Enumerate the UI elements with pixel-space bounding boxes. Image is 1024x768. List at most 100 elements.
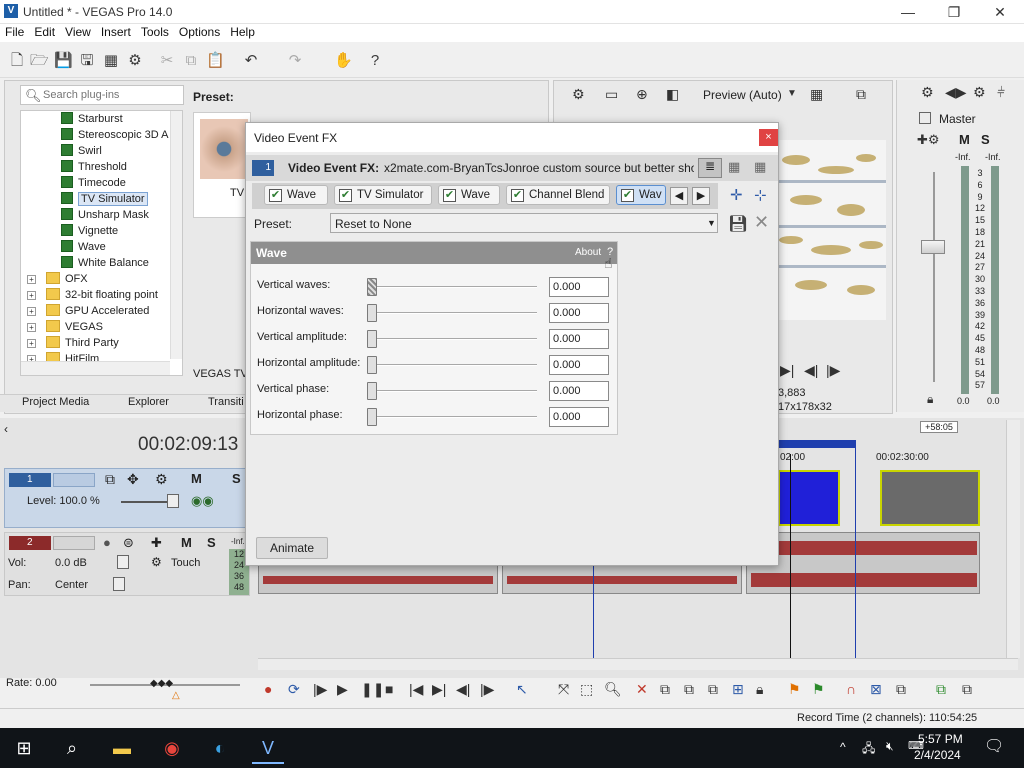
loop-region-bar[interactable] [778,440,856,448]
tree-item[interactable]: Timecode [61,175,126,191]
video-track-header[interactable]: 1 ⧉ ✥ ⚙ M S Level: 100.0 % ◉◉ [4,468,250,528]
pan-slider-knob[interactable] [113,577,125,591]
slider-knob[interactable] [367,356,377,374]
tab-explorer[interactable]: Explorer [128,396,169,408]
tree-item-selected[interactable]: TV Simulator [61,191,148,207]
previous-frame-icon[interactable]: ◀| [456,681,470,698]
search-icon[interactable]: ⌕ [56,732,88,764]
tree-folder[interactable]: + GPU Accelerated [27,303,149,319]
slider-knob[interactable] [367,330,377,348]
trim-end-icon[interactable]: ⧉ [708,681,718,698]
save-as-icon[interactable]: 🖫 [78,52,96,70]
dim-output-icon[interactable]: ⚙ [973,84,986,101]
next-frame-icon[interactable]: ▶| [780,362,794,379]
record-icon[interactable]: ● [264,681,272,697]
whats-this-help-icon[interactable]: ? [366,52,384,70]
enable-checkbox[interactable]: ✔ [621,189,634,202]
notifications-icon[interactable]: 🗨︎ [984,736,1004,756]
expand-icon[interactable]: + [27,307,36,316]
tree-folder[interactable]: + Third Party [27,335,119,351]
paste-icon[interactable]: 📋 [206,52,225,70]
track-mute-button[interactable]: M [191,471,202,486]
save-preset-icon[interactable]: 💾︎ [728,214,748,234]
preset-thumbnail[interactable]: TV [193,112,251,218]
track-solo-button[interactable]: S [207,535,216,550]
horizontal-amplitude-slider[interactable] [367,356,537,374]
chain-item-channel-blend[interactable]: ✔ Channel Blend [506,185,610,205]
details-view-icon[interactable]: ▦ [728,159,740,175]
vol-slider-knob[interactable] [117,555,129,569]
network-icon[interactable]: 🖧 [862,739,875,760]
solo-button[interactable]: S [981,132,990,147]
tab-transitions[interactable]: Transiti [208,396,244,408]
ripple-edit-icon[interactable]: ⧉ [896,681,906,698]
track-fx-icon[interactable]: ✚ [151,535,162,551]
insert-marker-icon[interactable]: ⚑ [788,681,801,698]
dialog-close-button[interactable]: × [759,129,778,146]
vertical-amplitude-slider[interactable] [367,330,537,348]
undo-icon[interactable]: ↶ [242,52,260,70]
split-icon[interactable]: ⊞ [732,681,744,698]
stop-icon[interactable]: ■ [385,681,393,697]
tree-folder[interactable]: + OFX [27,271,88,287]
file-explorer-icon[interactable]: ▬ [106,732,138,764]
downmix-icon[interactable]: ◀▶ [945,84,967,101]
mute-button[interactable]: M [959,132,970,147]
rate-slider-knob[interactable]: ◆◆◆ [150,678,173,689]
auto-crossfade-icon[interactable]: ⊠ [870,681,882,698]
expand-icon[interactable]: + [27,339,36,348]
redo-icon[interactable]: ↷ [286,52,304,70]
go-to-end-icon[interactable]: ▶| [432,681,446,698]
compositing-icon[interactable]: ⧉ [105,471,115,488]
trim-start-icon[interactable]: ⧉ [684,681,694,698]
fx-insert-icon[interactable]: ✚⚙ [917,132,940,148]
track-mute-button[interactable]: M [181,535,192,550]
audio-event-clip[interactable] [258,564,498,594]
preview-quality-dropdown[interactable]: Preview (Auto) [703,88,782,102]
playhead-cursor[interactable] [790,454,791,658]
audio-event-clip[interactable] [502,564,742,594]
open-folder-icon[interactable]: 🗁 [30,52,49,70]
menu-insert[interactable]: Insert [96,24,136,40]
chrome-icon[interactable]: ◉ [156,732,188,764]
slider-knob[interactable] [367,304,377,322]
normal-edit-tool-icon[interactable]: ↖ [516,681,528,698]
enable-checkbox[interactable]: ✔ [339,189,352,202]
edge-icon[interactable]: ◐ [204,732,236,764]
new-file-icon[interactable]: 🗋 [8,52,26,70]
tree-horizontal-scrollbar[interactable] [21,361,170,375]
enable-checkbox[interactable]: ✔ [443,189,456,202]
list-view-icon[interactable]: ≣ [698,158,722,178]
play-icon[interactable]: ▶ [337,681,348,698]
slider-knob[interactable] [367,382,377,400]
delete-icon[interactable]: ✕ [636,681,648,698]
tree-vertical-scrollbar[interactable] [170,111,182,359]
plugin-search-box[interactable]: 🔍︎ [20,85,184,105]
vertical-amplitude-input[interactable]: 0.000 [549,329,609,349]
loop-playback-icon[interactable]: ⟳ [288,681,300,698]
vertical-phase-input[interactable]: 0.000 [549,381,609,401]
preview-settings-gear-icon[interactable]: ⚙ [572,86,585,103]
chevron-left-icon[interactable]: ‹ [4,422,8,436]
tree-item[interactable]: Stereoscopic 3D A [61,127,169,143]
insert-region-icon[interactable]: ⚑ [812,681,825,698]
expand-icon[interactable]: + [27,323,36,332]
chevron-down-icon[interactable]: ▼ [787,88,797,99]
horizontal-waves-slider[interactable] [367,304,537,322]
cut-icon[interactable]: ✂ [158,52,176,70]
next-frame-step-icon[interactable]: |▶ [826,362,840,379]
mixer-icon[interactable]: ⫩ [997,84,1005,101]
chain-item-wave-selected[interactable]: ✔ Wav [616,185,666,205]
video-event-clip[interactable] [778,470,840,526]
zoom-tool-icon[interactable]: 🔍︎ [604,681,622,698]
menu-edit[interactable]: Edit [29,24,60,40]
render-icon[interactable]: ▦ [102,52,120,70]
menu-options[interactable]: Options [174,24,225,40]
copy-icon[interactable]: ⧉ [182,52,200,70]
selection-tool-icon[interactable]: ⬚ [580,681,593,698]
external-monitor-icon[interactable]: ▭ [605,86,618,103]
invert-phase-icon[interactable]: ⊜ [123,535,134,551]
tree-item[interactable]: Unsharp Mask [61,207,149,223]
vertical-phase-slider[interactable] [367,382,537,400]
event-grouping-icon[interactable]: ⧉ [936,681,946,698]
